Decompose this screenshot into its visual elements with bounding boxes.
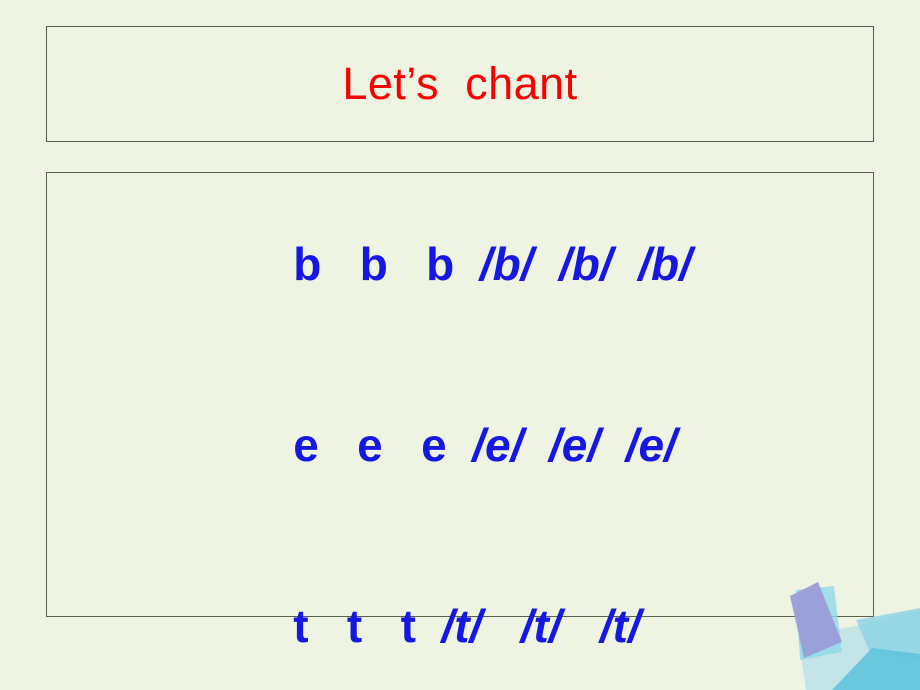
chant-row: b b b /b/ /b/ /b/ — [191, 195, 873, 333]
chant-content-box: b b b /b/ /b/ /b/ e e e /e/ /e/ /e/ t t … — [46, 172, 874, 649]
chant-letters: t t t — [293, 600, 442, 652]
chant-row-list: b b b /b/ /b/ /b/ e e e /e/ /e/ /e/ t t … — [191, 195, 873, 690]
chant-phonemes: /t/ /t/ /t/ — [441, 600, 641, 652]
title-box: Let’s chant — [46, 26, 874, 142]
chant-row: t t t /t/ /t/ /t/ — [191, 557, 873, 690]
slide-canvas: Let’s chant b b b /b/ /b/ /b/ e e e /e/ … — [0, 0, 920, 690]
chant-letters: e e e — [293, 419, 473, 471]
chant-row: e e e /e/ /e/ /e/ — [191, 376, 873, 514]
chant-letters: b b b — [293, 238, 480, 290]
chant-phonemes: /b/ /b/ /b/ — [479, 238, 692, 290]
page-title: Let’s chant — [342, 58, 578, 110]
chant-phonemes: /e/ /e/ /e/ — [472, 419, 677, 471]
